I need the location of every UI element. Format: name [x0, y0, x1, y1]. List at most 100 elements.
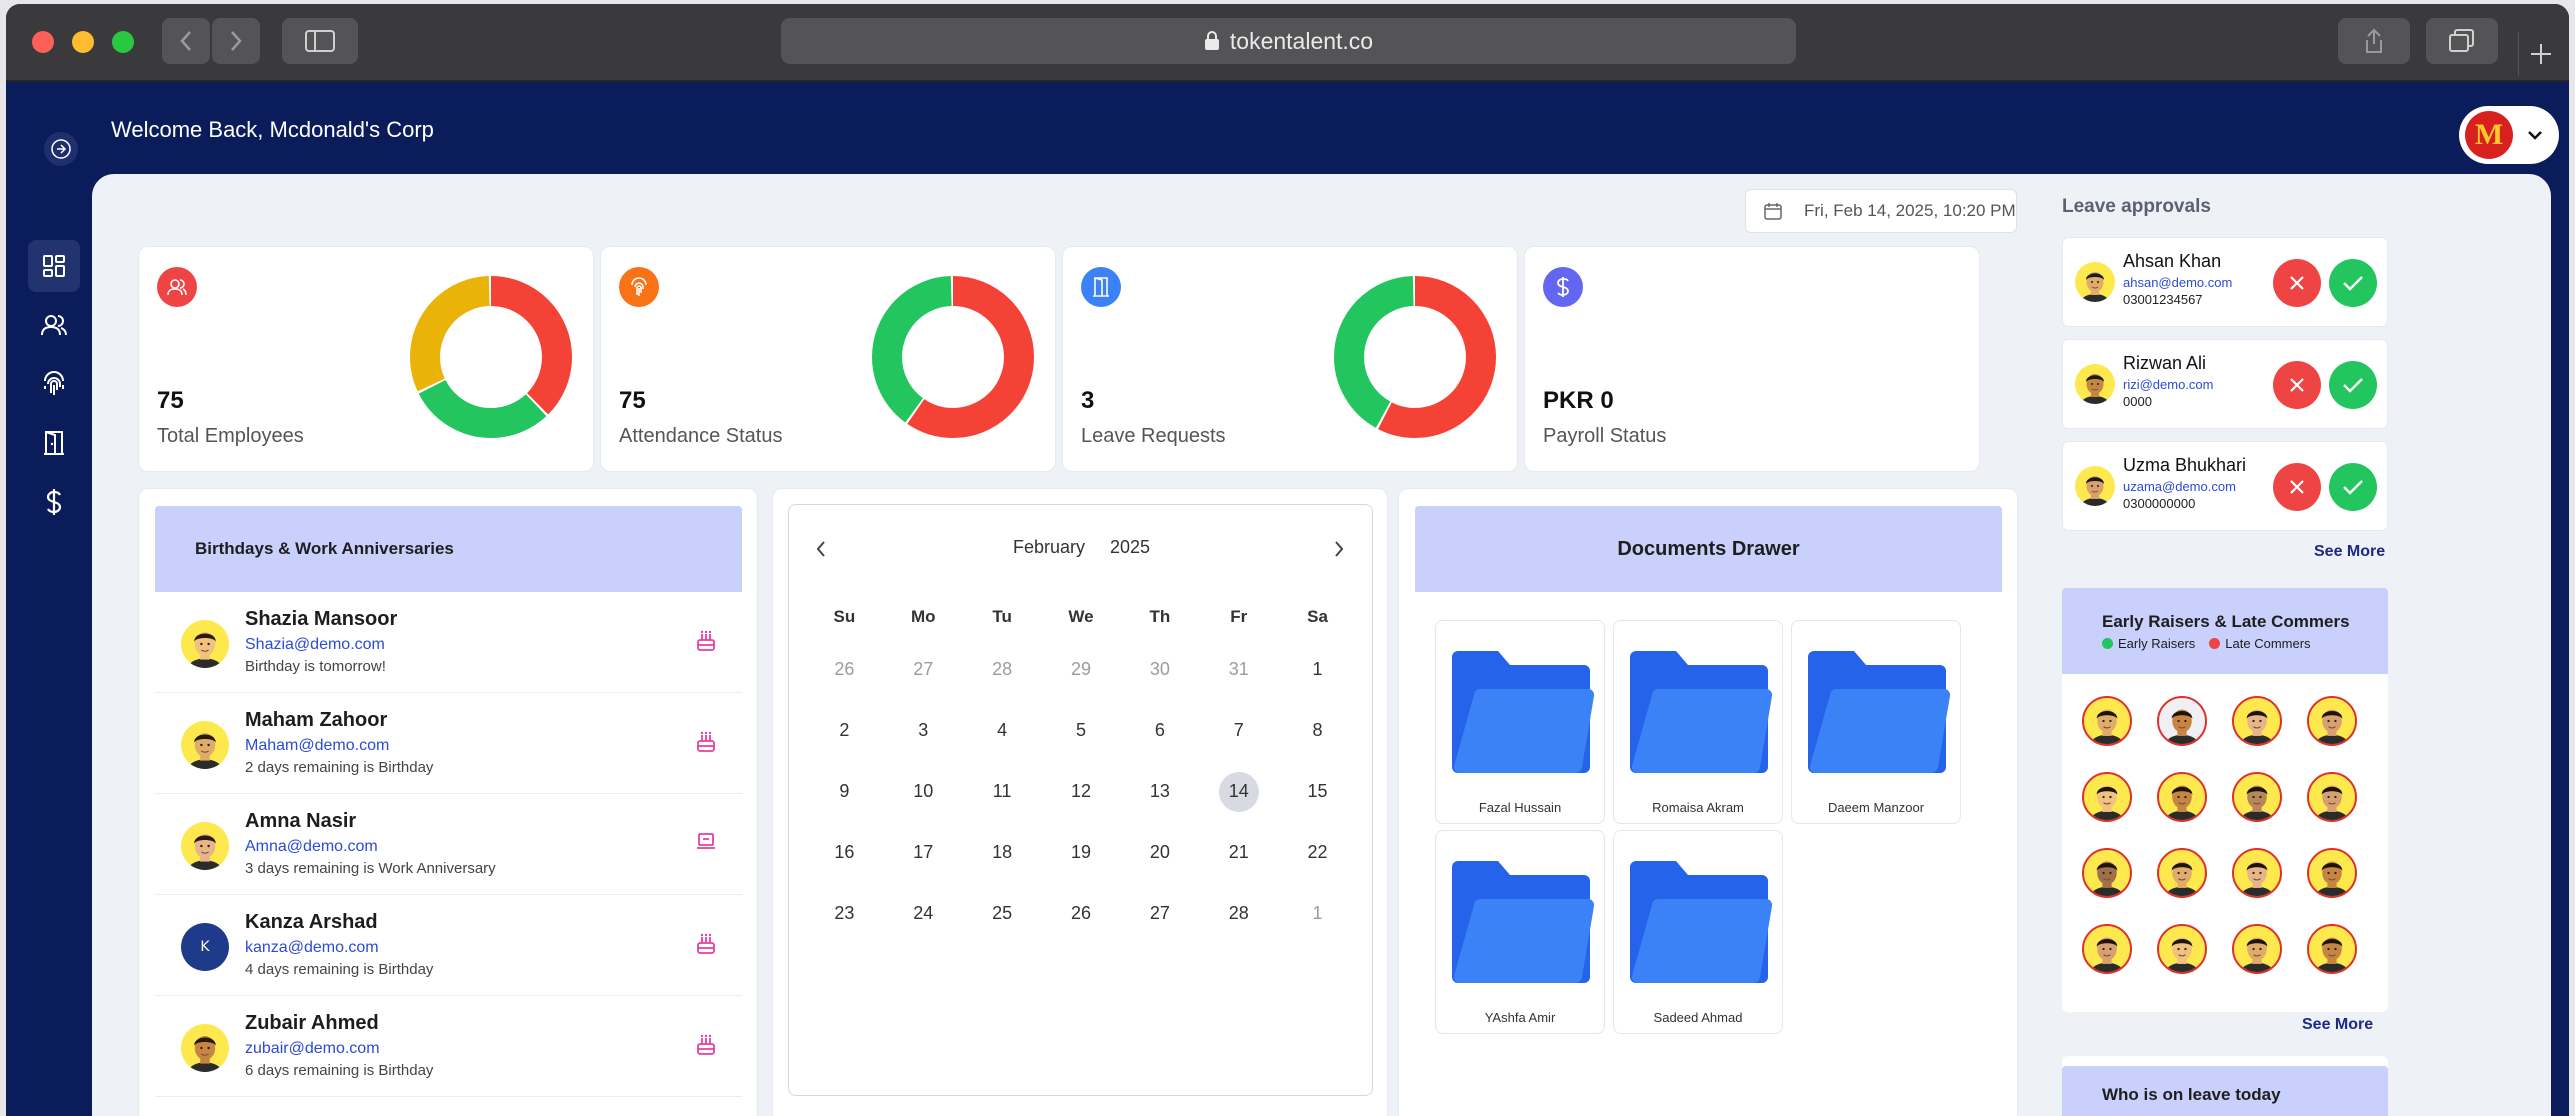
- employee-avatar[interactable]: [2232, 924, 2282, 974]
- person-email[interactable]: kanza@demo.com: [245, 939, 379, 957]
- list-item[interactable]: Shazia Mansoor Shazia@demo.com Birthday is…: [155, 592, 742, 693]
- date-time-display[interactable]: Fri, Feb 14, 2025, 10:20 PM: [1745, 189, 2017, 233]
- approve-button[interactable]: [2329, 259, 2377, 307]
- calendar-day[interactable]: 3: [884, 700, 963, 761]
- employee-avatar[interactable]: [2082, 772, 2132, 822]
- reject-button[interactable]: [2273, 259, 2321, 307]
- calendar-day[interactable]: 12: [1042, 761, 1121, 822]
- employee-avatar[interactable]: [2307, 924, 2357, 974]
- stat-card-payroll-status[interactable]: PKR 0 Payroll Status: [1524, 246, 1980, 472]
- calendar-day[interactable]: 13: [1120, 761, 1199, 822]
- person-email[interactable]: zubair@demo.com: [245, 1040, 380, 1058]
- employee-avatar[interactable]: [2307, 772, 2357, 822]
- calendar-day[interactable]: 11: [963, 761, 1042, 822]
- address-bar[interactable]: tokentalent.co: [781, 18, 1796, 64]
- calendar-day[interactable]: 30: [1120, 639, 1199, 700]
- sidebar-item-attendance[interactable]: [28, 358, 80, 410]
- list-item[interactable]: K Kanza Arshad kanza@demo.com 4 days remain…: [155, 895, 742, 996]
- approve-button[interactable]: [2329, 463, 2377, 511]
- calendar-day[interactable]: 1: [1278, 639, 1357, 700]
- approve-button[interactable]: [2329, 361, 2377, 409]
- calendar-day[interactable]: 18: [963, 822, 1042, 883]
- stat-card-leave-requests[interactable]: 3 Leave Requests: [1062, 246, 1518, 472]
- person-email[interactable]: rizi@demo.com: [2123, 377, 2214, 392]
- calendar-day[interactable]: 6: [1120, 700, 1199, 761]
- sidebar-item-dashboard[interactable]: [28, 240, 80, 292]
- calendar-day[interactable]: 27: [884, 639, 963, 700]
- tabs-overview-button[interactable]: [2426, 18, 2498, 64]
- sidebar-item-payroll[interactable]: [28, 476, 80, 528]
- folder-card[interactable]: Fazal Hussain: [1435, 620, 1605, 824]
- employee-avatar[interactable]: [2157, 848, 2207, 898]
- calendar-day[interactable]: 19: [1042, 822, 1121, 883]
- calendar-day[interactable]: 26: [1042, 883, 1121, 944]
- leave-approvals-see-more[interactable]: See More: [2314, 543, 2385, 561]
- calendar-day[interactable]: 22: [1278, 822, 1357, 883]
- calendar-day[interactable]: 7: [1199, 700, 1278, 761]
- list-item[interactable]: Zubair Ahmed zubair@demo.com 6 days remain…: [155, 996, 742, 1097]
- new-tab-button[interactable]: [2518, 32, 2562, 76]
- employee-avatar[interactable]: [2232, 772, 2282, 822]
- calendar-year[interactable]: 2025: [1110, 537, 1150, 558]
- prev-month-button[interactable]: [815, 540, 827, 558]
- sidebar-item-employees[interactable]: [28, 299, 80, 351]
- calendar-day[interactable]: 20: [1120, 822, 1199, 883]
- calendar-day[interactable]: 5: [1042, 700, 1121, 761]
- employee-avatar[interactable]: [2307, 696, 2357, 746]
- employee-avatar[interactable]: [2307, 848, 2357, 898]
- forward-button[interactable]: [212, 18, 260, 64]
- employee-avatar[interactable]: [2082, 924, 2132, 974]
- back-button[interactable]: [162, 18, 210, 64]
- minimize-window-button[interactable]: [72, 31, 94, 53]
- stat-card-attendance-status[interactable]: 75 Attendance Status: [600, 246, 1056, 472]
- employee-avatar[interactable]: [2232, 848, 2282, 898]
- person-email[interactable]: Amna@demo.com: [245, 838, 378, 856]
- folder-card[interactable]: Daeem Manzoor: [1791, 620, 1961, 824]
- calendar-day[interactable]: 26: [805, 639, 884, 700]
- sidebar-toggle-button[interactable]: [282, 18, 358, 64]
- calendar-day[interactable]: 29: [1042, 639, 1121, 700]
- early-raisers-see-more[interactable]: See More: [2302, 1016, 2373, 1034]
- person-email[interactable]: Maham@demo.com: [245, 737, 389, 755]
- maximize-window-button[interactable]: [112, 31, 134, 53]
- next-month-button[interactable]: [1333, 540, 1345, 558]
- calendar-day[interactable]: 4: [963, 700, 1042, 761]
- person-email[interactable]: ahsan@demo.com: [2123, 275, 2232, 290]
- stat-card-total-employees[interactable]: 75 Total Employees: [138, 246, 594, 472]
- calendar-day[interactable]: 27: [1120, 883, 1199, 944]
- employee-avatar[interactable]: [2157, 924, 2207, 974]
- employee-avatar[interactable]: [2082, 696, 2132, 746]
- calendar-day[interactable]: 8: [1278, 700, 1357, 761]
- employee-avatar[interactable]: [2232, 696, 2282, 746]
- calendar-day-today[interactable]: 14: [1199, 761, 1278, 822]
- calendar-day[interactable]: 2: [805, 700, 884, 761]
- employee-avatar[interactable]: [2157, 696, 2207, 746]
- calendar-day[interactable]: 28: [963, 639, 1042, 700]
- calendar-day[interactable]: 24: [884, 883, 963, 944]
- reject-button[interactable]: [2273, 463, 2321, 511]
- list-item[interactable]: Amna Nasir Amna@demo.com 3 days remaining …: [155, 794, 742, 895]
- calendar-day[interactable]: 17: [884, 822, 963, 883]
- calendar-day[interactable]: 21: [1199, 822, 1278, 883]
- employee-avatar[interactable]: [2082, 848, 2132, 898]
- expand-sidebar-button[interactable]: [44, 132, 78, 166]
- folder-card[interactable]: Romaisa Akram: [1613, 620, 1783, 824]
- calendar-month[interactable]: February: [1013, 537, 1085, 558]
- folder-card[interactable]: YAshfa Amir: [1435, 830, 1605, 1034]
- share-button[interactable]: [2338, 18, 2410, 64]
- person-email[interactable]: uzama@demo.com: [2123, 479, 2236, 494]
- sidebar-item-leaves[interactable]: [28, 417, 80, 469]
- list-item[interactable]: Maham Zahoor Maham@demo.com 2 days remaini…: [155, 693, 742, 794]
- folder-card[interactable]: Sadeed Ahmad: [1613, 830, 1783, 1034]
- calendar-day[interactable]: 9: [805, 761, 884, 822]
- calendar-day[interactable]: 16: [805, 822, 884, 883]
- person-email[interactable]: Shazia@demo.com: [245, 636, 385, 654]
- account-menu[interactable]: M: [2459, 106, 2559, 164]
- close-window-button[interactable]: [32, 31, 54, 53]
- reject-button[interactable]: [2273, 361, 2321, 409]
- calendar-day[interactable]: 25: [963, 883, 1042, 944]
- calendar-day[interactable]: 10: [884, 761, 963, 822]
- calendar-day[interactable]: 28: [1199, 883, 1278, 944]
- calendar-day[interactable]: 31: [1199, 639, 1278, 700]
- calendar-day[interactable]: 1: [1278, 883, 1357, 944]
